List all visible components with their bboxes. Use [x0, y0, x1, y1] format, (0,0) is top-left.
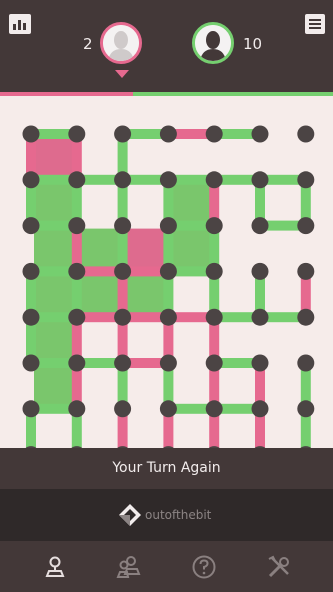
- pink-player-avatar-icon[interactable]: [100, 22, 142, 64]
- board-dot: [297, 354, 315, 372]
- help-icon[interactable]: [191, 554, 217, 580]
- board-dot: [205, 125, 223, 143]
- board-dot: [114, 217, 132, 235]
- board-dot: [159, 171, 177, 189]
- sponsor-banner[interactable]: outofthebit: [0, 489, 333, 541]
- board-dot: [22, 400, 40, 418]
- board-dot: [22, 217, 40, 235]
- board-dot: [159, 400, 177, 418]
- claimed-box: [171, 182, 212, 223]
- sponsor-text: outofthebit: [145, 508, 212, 522]
- board-dot: [68, 354, 86, 372]
- board-dot: [297, 308, 315, 326]
- claimed-box: [34, 137, 74, 177]
- claimed-box: [34, 274, 74, 315]
- board-dot: [251, 171, 269, 189]
- board-dot: [68, 125, 86, 143]
- board-dot: [159, 354, 177, 372]
- dots-and-boxes-board[interactable]: [0, 96, 333, 448]
- board-dot: [22, 262, 40, 280]
- board-dot: [205, 217, 223, 235]
- board-dot: [22, 125, 40, 143]
- turn-status: Your Turn Again: [0, 448, 333, 489]
- board-dot: [251, 262, 269, 280]
- board-dot: [22, 308, 40, 326]
- game-screen: 2 10 Your Turn Again outofthebit: [0, 0, 333, 592]
- board-dot: [205, 400, 223, 418]
- board-dot: [251, 354, 269, 372]
- board-dot: [251, 308, 269, 326]
- board-dot: [22, 354, 40, 372]
- board-dot: [68, 308, 86, 326]
- claimed-box: [79, 228, 120, 269]
- claimed-box: [34, 366, 74, 406]
- pink-player-score: 2: [83, 35, 93, 53]
- board-dot: [297, 262, 315, 280]
- board-dot: [251, 217, 269, 235]
- board-dot: [205, 262, 223, 280]
- board-dot: [205, 354, 223, 372]
- board-dot: [297, 217, 315, 235]
- green-player-score: 10: [243, 35, 263, 53]
- board-dot: [159, 262, 177, 280]
- claimed-box: [34, 182, 74, 223]
- board-dot: [297, 125, 315, 143]
- board-dot: [114, 354, 132, 372]
- claimed-box: [34, 320, 74, 360]
- board-dot: [159, 308, 177, 326]
- board-dot: [251, 125, 269, 143]
- board-grid[interactable]: [0, 96, 333, 448]
- outofthebit-logo-icon: [119, 504, 141, 526]
- bottom-nav: [0, 541, 333, 592]
- board-dot: [22, 171, 40, 189]
- multiplayer-icon[interactable]: [116, 554, 142, 580]
- board-dot: [159, 217, 177, 235]
- board-dot: [114, 262, 132, 280]
- board-dot: [159, 125, 177, 143]
- claimed-box: [79, 274, 120, 315]
- tools-icon[interactable]: [266, 554, 292, 580]
- board-dot: [68, 217, 86, 235]
- board-dot: [114, 400, 132, 418]
- leaderboard-icon[interactable]: [9, 14, 31, 34]
- claimed-box: [125, 228, 166, 269]
- claimed-box: [34, 228, 74, 269]
- claimed-box: [171, 228, 212, 269]
- board-dot: [114, 171, 132, 189]
- board-dot: [114, 308, 132, 326]
- hamburger-menu-icon[interactable]: [305, 14, 325, 34]
- board-dot: [68, 262, 86, 280]
- board-dot: [68, 171, 86, 189]
- turn-indicator-icon: [115, 70, 129, 78]
- header: 2 10: [0, 0, 333, 92]
- board-dot: [114, 125, 132, 143]
- board-dot: [205, 308, 223, 326]
- board-dot: [205, 171, 223, 189]
- board-dot: [251, 400, 269, 418]
- claimed-box: [125, 274, 166, 315]
- green-player-avatar-icon[interactable]: [192, 22, 234, 64]
- board-dot: [297, 400, 315, 418]
- board-dot: [297, 171, 315, 189]
- single-player-icon[interactable]: [42, 554, 68, 580]
- board-dot: [68, 400, 86, 418]
